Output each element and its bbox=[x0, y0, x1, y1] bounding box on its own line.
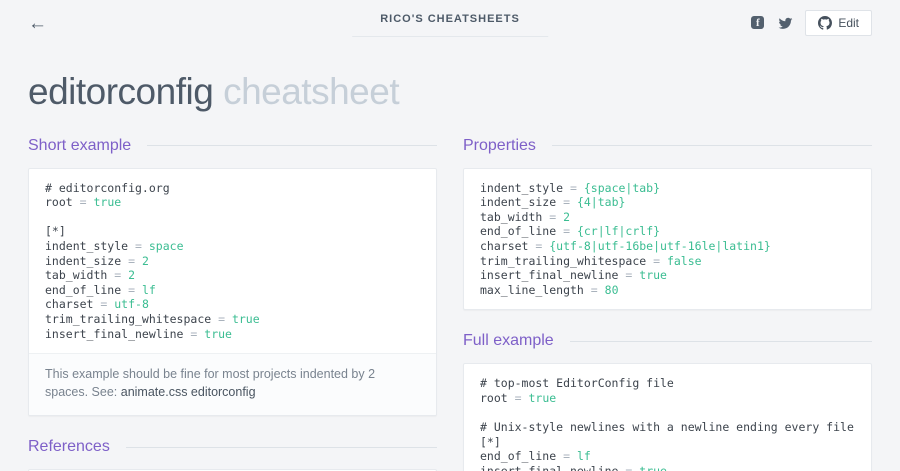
full-example-card: # top-most EditorConfig file root = true… bbox=[463, 363, 872, 471]
short-example-card: # editorconfig.org root = true [*] inden… bbox=[28, 168, 437, 417]
section-heading-properties: Properties bbox=[463, 137, 872, 155]
top-header: ← RICO'S CHEATSHEETS f Edit bbox=[0, 0, 900, 46]
note-link[interactable]: animate.css editorconfig bbox=[121, 385, 256, 399]
full-example-code[interactable]: # top-most EditorConfig file root = true… bbox=[464, 364, 871, 471]
page-title-suffix: cheatsheet bbox=[223, 71, 399, 112]
edit-button-label: Edit bbox=[838, 16, 859, 30]
properties-card: indent_style = {space|tab} indent_size =… bbox=[463, 168, 872, 311]
facebook-icon[interactable]: f bbox=[751, 16, 766, 31]
heading-divider bbox=[552, 145, 872, 146]
left-column: Short example # editorconfig.org root = … bbox=[28, 137, 437, 471]
facebook-glyph: f bbox=[751, 16, 764, 29]
short-example-code[interactable]: # editorconfig.org root = true [*] inden… bbox=[29, 169, 436, 354]
heading-divider bbox=[126, 447, 437, 448]
twitter-icon[interactable] bbox=[778, 16, 793, 31]
section-heading-short-example: Short example bbox=[28, 137, 437, 155]
content-columns: Short example # editorconfig.org root = … bbox=[0, 137, 900, 471]
back-button[interactable]: ← bbox=[28, 14, 47, 33]
page-title: editorconfig cheatsheet bbox=[0, 46, 900, 113]
section-heading-full-example: Full example bbox=[463, 332, 872, 350]
section-heading-references: References bbox=[28, 438, 437, 456]
section-heading-label: Properties bbox=[463, 137, 536, 155]
heading-divider bbox=[570, 341, 872, 342]
site-brand[interactable]: RICO'S CHEATSHEETS bbox=[352, 13, 548, 37]
properties-code[interactable]: indent_style = {space|tab} indent_size =… bbox=[464, 169, 871, 310]
section-heading-label: Full example bbox=[463, 332, 554, 350]
section-heading-label: Short example bbox=[28, 137, 131, 155]
page-title-main: editorconfig bbox=[28, 71, 213, 112]
section-heading-label: References bbox=[28, 438, 110, 456]
header-actions: f Edit bbox=[751, 10, 872, 36]
short-example-note: This example should be fine for most pro… bbox=[29, 353, 436, 415]
right-column: Properties indent_style = {space|tab} in… bbox=[463, 137, 872, 471]
edit-button[interactable]: Edit bbox=[805, 10, 872, 36]
heading-divider bbox=[147, 145, 437, 146]
github-icon bbox=[818, 16, 832, 30]
